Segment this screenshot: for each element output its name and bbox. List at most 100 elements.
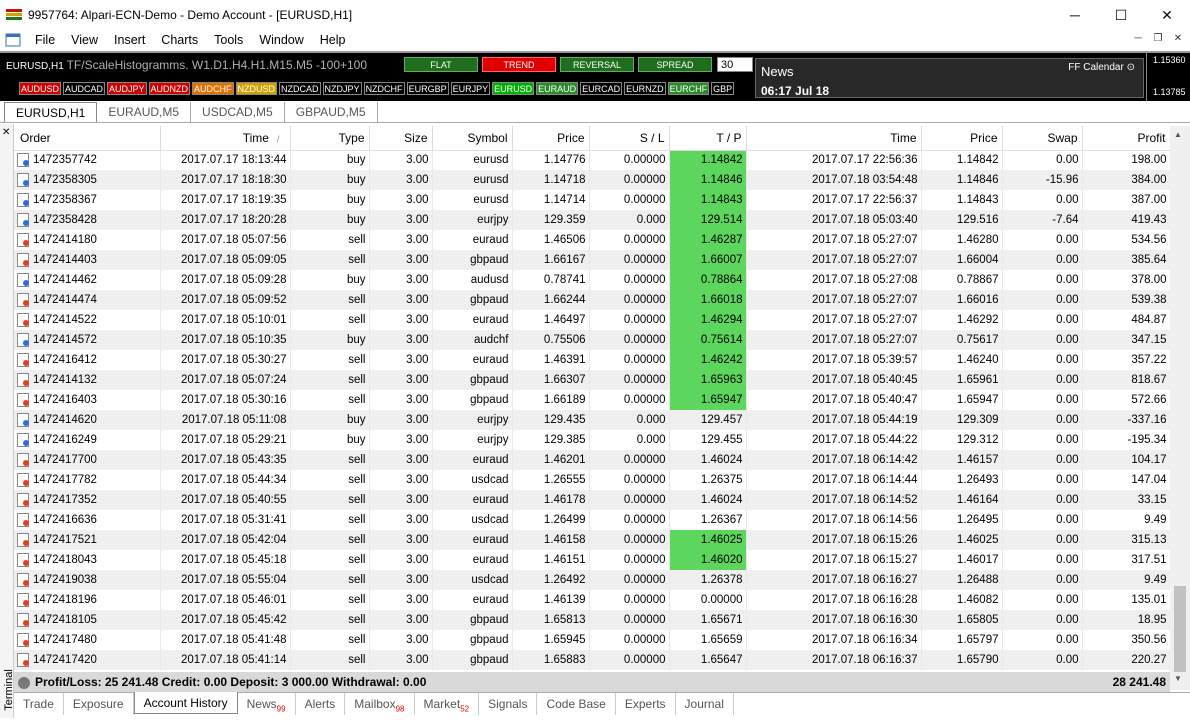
terminal-tab-alerts[interactable]: Alerts <box>296 693 346 715</box>
table-row[interactable]: 1472414403 2017.07.18 05:09:05 sell 3.00 gbp… <box>14 250 1170 270</box>
column-header-sl-6[interactable]: S / L <box>589 126 670 151</box>
mode-button-flat[interactable]: FLAT <box>404 57 478 72</box>
terminal-tab-code-base[interactable]: Code Base <box>537 693 616 715</box>
table-row[interactable]: 1472416412 2017.07.18 05:30:27 sell 3.00 eur… <box>14 350 1170 370</box>
pair-button-nzdchf[interactable]: NZDCHF <box>363 82 405 95</box>
terminal-tab-mailbox[interactable]: Mailbox98 <box>345 693 415 715</box>
pair-button-audcad[interactable]: AUDCAD <box>63 82 106 95</box>
column-header-time-8[interactable]: Time <box>746 126 922 151</box>
chart-tab-gbpaud-m5[interactable]: GBPAUD,M5 <box>285 102 378 122</box>
terminal-tab-market[interactable]: Market52 <box>415 693 480 715</box>
mode-value-input[interactable]: 30 <box>717 57 753 72</box>
cell-price: 1.46158 <box>512 530 590 550</box>
terminal-close-icon[interactable]: ✕ <box>2 127 10 138</box>
mdi-minimize-icon[interactable]: ─ <box>1130 31 1146 47</box>
menu-help[interactable]: Help <box>312 30 354 50</box>
scroll-down-icon[interactable]: ▼ <box>1174 674 1182 683</box>
vertical-scrollbar[interactable]: ▲ ▼ <box>1170 126 1190 690</box>
column-header-tp-7[interactable]: T / P <box>669 126 747 151</box>
chart-window-icon[interactable] <box>5 32 21 48</box>
pair-button-eurcad[interactable]: EURCAD <box>580 82 623 95</box>
table-row[interactable]: 1472418196 2017.07.18 05:46:01 sell 3.00 eur… <box>14 590 1170 610</box>
terminal-tab-signals[interactable]: Signals <box>479 693 538 715</box>
table-row[interactable]: 1472414572 2017.07.18 05:10:35 buy 3.00 audc… <box>14 330 1170 350</box>
column-header-type-2[interactable]: Type <box>290 126 370 151</box>
terminal-tab-account-history[interactable]: Account History <box>133 692 238 714</box>
pair-button-nzdjpy[interactable]: NZDJPY <box>322 82 362 95</box>
chart-tab-eurusd-h1[interactable]: EURUSD,H1 <box>4 102 98 122</box>
table-row[interactable]: 1472417352 2017.07.18 05:40:55 sell 3.00 eur… <box>14 490 1170 510</box>
menu-view[interactable]: View <box>63 30 106 50</box>
table-row[interactable]: 1472418105 2017.07.18 05:45:42 sell 3.00 gbp… <box>14 610 1170 630</box>
table-row[interactable]: 1472357742 2017.07.17 18:13:44 buy 3.00 euru… <box>14 150 1170 170</box>
table-row[interactable]: 1472414132 2017.07.18 05:07:24 sell 3.00 gbp… <box>14 370 1170 390</box>
pair-button-gbp[interactable]: GBP <box>711 82 735 95</box>
mode-button-spread[interactable]: SPREAD <box>638 57 712 72</box>
chart-window[interactable]: EURUSD,H1 TF/ScaleHistogramms. W1.D1.H4.… <box>0 51 1190 101</box>
table-row[interactable]: 1472358305 2017.07.17 18:18:30 buy 3.00 euru… <box>14 170 1170 190</box>
column-header-order-0[interactable]: Order <box>14 126 161 151</box>
terminal-tab-experts[interactable]: Experts <box>616 693 676 715</box>
pair-button-nzdusd[interactable]: NZDUSD <box>235 82 278 95</box>
table-row[interactable]: 1472417480 2017.07.18 05:41:48 sell 3.00 gbp… <box>14 630 1170 650</box>
pair-button-eurgbp[interactable]: EURGBP <box>406 82 449 95</box>
column-header-time-1[interactable]: Time / <box>160 126 291 151</box>
pair-button-audjpy[interactable]: AUDJPY <box>107 82 147 95</box>
pair-button-eurchf[interactable]: EURCHF <box>667 82 710 95</box>
table-row[interactable]: 1472414522 2017.07.18 05:10:01 sell 3.00 eur… <box>14 310 1170 330</box>
pair-button-audchf[interactable]: AUDCHF <box>192 82 234 95</box>
mode-button-reversal[interactable]: REVERSAL <box>560 57 634 72</box>
settings-icon[interactable]: ⊙ <box>1127 62 1135 73</box>
column-header-size-3[interactable]: Size <box>369 126 433 151</box>
mode-button-trend[interactable]: TREND <box>482 57 556 72</box>
terminal-tab-news[interactable]: News99 <box>238 693 296 715</box>
scroll-thumb[interactable] <box>1174 586 1186 672</box>
close-window-button[interactable]: ✕ <box>1144 0 1190 30</box>
table-row[interactable]: 1472417700 2017.07.18 05:43:35 sell 3.00 eur… <box>14 450 1170 470</box>
column-header-price-5[interactable]: Price <box>512 126 590 151</box>
scroll-up-icon[interactable]: ▲ <box>1174 130 1182 139</box>
table-row[interactable]: 1472414180 2017.07.18 05:07:56 sell 3.00 eur… <box>14 230 1170 250</box>
mdi-close-icon[interactable]: ✕ <box>1170 31 1186 47</box>
table-row[interactable]: 1472416249 2017.07.18 05:29:21 buy 3.00 eurj… <box>14 430 1170 450</box>
column-header-symbol-4[interactable]: Symbol <box>432 126 513 151</box>
terminal-tab-trade[interactable]: Trade <box>14 693 64 715</box>
terminal-tab-exposure[interactable]: Exposure <box>64 693 134 715</box>
ff-calendar-button[interactable]: FF Calendar ⊙ <box>1068 62 1135 73</box>
table-row[interactable]: 1472416636 2017.07.18 05:31:41 sell 3.00 usd… <box>14 510 1170 530</box>
column-header-price-9[interactable]: Price <box>921 126 1003 151</box>
table-row[interactable]: 1472416403 2017.07.18 05:30:16 sell 3.00 gbp… <box>14 390 1170 410</box>
pair-button-euraud[interactable]: EURAUD <box>536 82 579 95</box>
pair-button-eurnzd[interactable]: EURNZD <box>624 82 666 95</box>
menu-window[interactable]: Window <box>251 30 311 50</box>
terminal-tab-journal[interactable]: Journal <box>676 693 734 715</box>
menu-tools[interactable]: Tools <box>206 30 251 50</box>
chart-tab-euraud-m5[interactable]: EURAUD,M5 <box>97 102 192 122</box>
table-row[interactable]: 1472414474 2017.07.18 05:09:52 sell 3.00 gbp… <box>14 290 1170 310</box>
maximize-button[interactable]: ☐ <box>1098 0 1144 30</box>
column-header-profit-11[interactable]: Profit <box>1082 126 1170 151</box>
mdi-restore-icon[interactable]: ❐ <box>1150 31 1166 47</box>
chart-tab-usdcad-m5[interactable]: USDCAD,M5 <box>191 102 285 122</box>
table-row[interactable]: 1472358367 2017.07.17 18:19:35 buy 3.00 euru… <box>14 190 1170 210</box>
table-row[interactable]: 1472417521 2017.07.18 05:42:04 sell 3.00 eur… <box>14 530 1170 550</box>
table-row[interactable]: 1472419038 2017.07.18 05:55:04 sell 3.00 usd… <box>14 570 1170 590</box>
column-header-swap-10[interactable]: Swap <box>1002 126 1083 151</box>
table-row[interactable]: 1472417782 2017.07.18 05:44:34 sell 3.00 usd… <box>14 470 1170 490</box>
menu-insert[interactable]: Insert <box>106 30 153 50</box>
pair-button-eurjpy[interactable]: EURJPY <box>450 82 491 95</box>
pair-button-nzdcad[interactable]: NZDCAD <box>279 82 321 95</box>
menu-charts[interactable]: Charts <box>153 30 206 50</box>
table-row[interactable]: 1472418043 2017.07.18 05:45:18 sell 3.00 eur… <box>14 550 1170 570</box>
order-number: 1472417521 <box>33 534 97 547</box>
menu-file[interactable]: File <box>27 30 63 50</box>
pair-button-eurusd[interactable]: EURUSD <box>492 82 535 95</box>
table-row[interactable]: 1472414620 2017.07.18 05:11:08 buy 3.00 eurj… <box>14 410 1170 430</box>
cell-close-time: 2017.07.18 03:54:48 <box>746 170 922 190</box>
pair-button-audusd[interactable]: AUDUSD <box>19 82 62 95</box>
table-row[interactable]: 1472414462 2017.07.18 05:09:28 buy 3.00 audu… <box>14 270 1170 290</box>
table-row[interactable]: 1472358428 2017.07.17 18:20:28 buy 3.00 eurj… <box>14 210 1170 230</box>
minimize-button[interactable]: ─ <box>1052 0 1098 30</box>
pair-button-audnzd[interactable]: AUDNZD <box>148 82 191 95</box>
table-row[interactable]: 1472417420 2017.07.18 05:41:14 sell 3.00 gbp… <box>14 650 1170 670</box>
